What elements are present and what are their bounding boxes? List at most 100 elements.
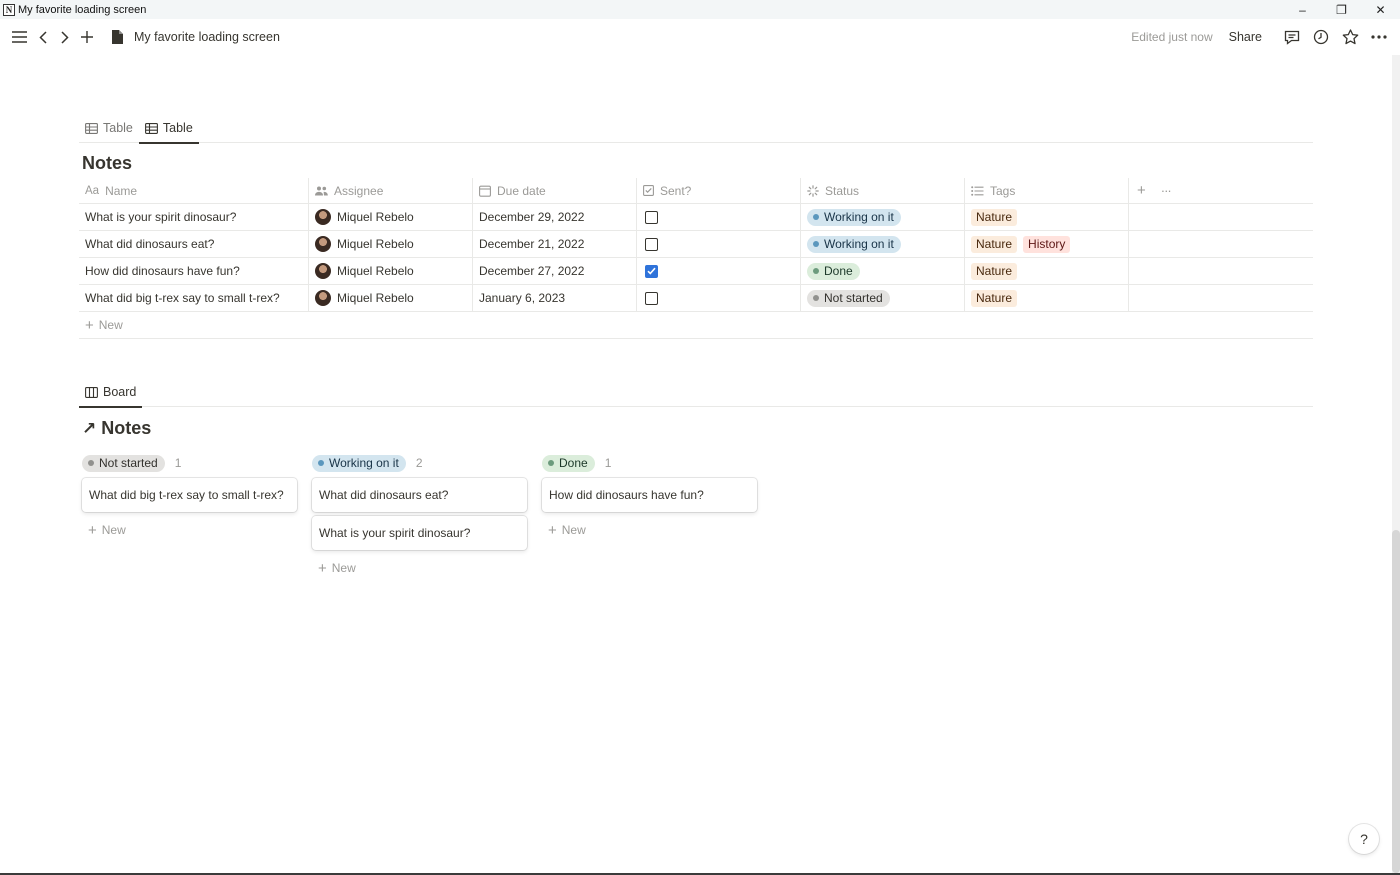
table-row[interactable]: How did dinosaurs have fun? Miquel Rebel… [79,258,1313,285]
board-database-title[interactable]: ↗ Notes [82,418,151,439]
avatar [315,290,331,306]
row-name[interactable]: What did big t-rex say to small t-rex? [79,285,309,311]
check-icon [647,267,656,275]
back-arrow-icon[interactable] [32,26,54,48]
row-assignee[interactable]: Miquel Rebelo [309,258,473,284]
forward-arrow-icon[interactable] [54,26,76,48]
column-header-status[interactable]: Status [801,178,965,203]
board-column-header[interactable]: Not started 1 [82,452,312,474]
row-status[interactable]: Working on it [801,204,965,230]
tag-badge: Nature [971,262,1018,280]
avatar [315,263,331,279]
row-tags[interactable]: Nature History [965,231,1129,257]
row-status[interactable]: Done [801,258,965,284]
checkbox-property-icon [643,185,654,196]
row-due-date[interactable]: January 6, 2023 [473,285,637,311]
board-column-done: Done 1 How did dinosaurs have fun? + New [542,452,772,582]
tab-table-1[interactable]: Table [79,113,139,143]
window-controls: – ❐ ✕ [1283,0,1400,19]
row-due-date[interactable]: December 21, 2022 [473,231,637,257]
row-due-date[interactable]: December 29, 2022 [473,204,637,230]
row-tags[interactable]: Nature [965,204,1129,230]
board-new-card-button[interactable]: + New [542,516,772,544]
row-sent [637,231,801,257]
menu-icon[interactable] [8,26,30,48]
row-due-date[interactable]: December 27, 2022 [473,258,637,284]
more-properties-icon[interactable]: ··· [1161,183,1172,198]
row-sent [637,258,801,284]
row-name[interactable]: What did dinosaurs eat? [79,231,309,257]
avatar [315,236,331,252]
row-assignee[interactable]: Miquel Rebelo [309,204,473,230]
comment-icon[interactable] [1281,26,1303,48]
close-window-button[interactable]: ✕ [1361,0,1400,19]
linked-arrow-icon: ↗ [82,418,97,438]
tab-label: Board [103,385,137,399]
star-favorite-icon[interactable] [1339,26,1361,48]
board-column-header[interactable]: Done 1 [542,452,772,474]
breadcrumb-page-title[interactable]: My favorite loading screen [134,30,280,44]
scrollbar-thumb[interactable] [1392,530,1400,873]
board-new-card-button[interactable]: + New [82,516,312,544]
tag-badge: History [1023,235,1071,253]
plus-icon: + [318,559,327,577]
column-count: 1 [604,456,612,470]
column-header-sent[interactable]: Sent? [637,178,801,203]
board-column-header[interactable]: Working on it 2 [312,452,542,474]
sent-checkbox[interactable] [645,291,658,305]
tab-board[interactable]: Board [79,377,143,408]
column-header-name[interactable]: Aa Name [79,178,309,203]
tag-badge: Nature [971,208,1018,226]
board-card[interactable]: How did dinosaurs have fun? [542,478,757,512]
table-new-row-button[interactable]: + New [79,312,1313,339]
column-header-assignee[interactable]: Assignee [309,178,473,203]
avatar [315,209,331,225]
top-bar: My favorite loading screen Edited just n… [0,19,1400,55]
board-card[interactable]: What is your spirit dinosaur? [312,516,527,550]
status-badge: Working on it [807,208,901,226]
row-status[interactable]: Working on it [801,231,965,257]
row-name[interactable]: How did dinosaurs have fun? [79,258,309,284]
notion-app-icon: N [3,3,15,16]
maximize-button[interactable]: ❐ [1322,0,1361,19]
clock-history-icon[interactable] [1310,26,1332,48]
calendar-icon [479,185,491,197]
status-badge: Done [542,454,595,472]
help-button[interactable]: ? [1349,824,1379,854]
new-page-plus-icon[interactable] [76,26,98,48]
minimize-button[interactable]: – [1283,0,1322,19]
status-badge: Done [807,262,860,280]
table-row[interactable]: What did dinosaurs eat? Miquel Rebelo De… [79,231,1313,258]
add-property-plus-icon[interactable]: + [1137,182,1146,199]
board-card[interactable]: What did big t-rex say to small t-rex? [82,478,297,512]
tag-badge: Nature [971,289,1018,307]
window-title: My favorite loading screen [18,3,147,16]
sent-checkbox[interactable] [645,237,658,251]
more-options-icon[interactable] [1368,26,1390,48]
vertical-scrollbar[interactable] [1392,55,1400,873]
tab-label: Table [103,121,133,135]
board-new-card-button[interactable]: + New [312,554,542,582]
column-header-due-date[interactable]: Due date [473,178,637,203]
table-database-title[interactable]: Notes [82,153,132,174]
share-button[interactable]: Share [1229,30,1262,44]
tab-table-2[interactable]: Table [138,113,199,144]
tab-label: Table [162,121,193,135]
sent-checkbox[interactable] [645,210,658,224]
row-name[interactable]: What is your spirit dinosaur? [79,204,309,230]
row-assignee[interactable]: Miquel Rebelo [309,285,473,311]
table-row[interactable]: What is your spirit dinosaur? Miquel Reb… [79,204,1313,231]
table-row[interactable]: What did big t-rex say to small t-rex? M… [79,285,1313,312]
row-status[interactable]: Not started [801,285,965,311]
status-loader-icon [807,184,819,197]
row-tags[interactable]: Nature [965,258,1129,284]
topbar-actions: Edited just now Share [1131,19,1390,55]
row-sent [637,285,801,311]
page-icon [112,29,126,45]
status-badge: Working on it [807,235,901,253]
sent-checkbox-checked[interactable] [645,264,658,278]
row-assignee[interactable]: Miquel Rebelo [309,231,473,257]
column-header-tags[interactable]: Tags [965,178,1129,203]
row-tags[interactable]: Nature [965,285,1129,311]
board-card[interactable]: What did dinosaurs eat? [312,478,527,512]
